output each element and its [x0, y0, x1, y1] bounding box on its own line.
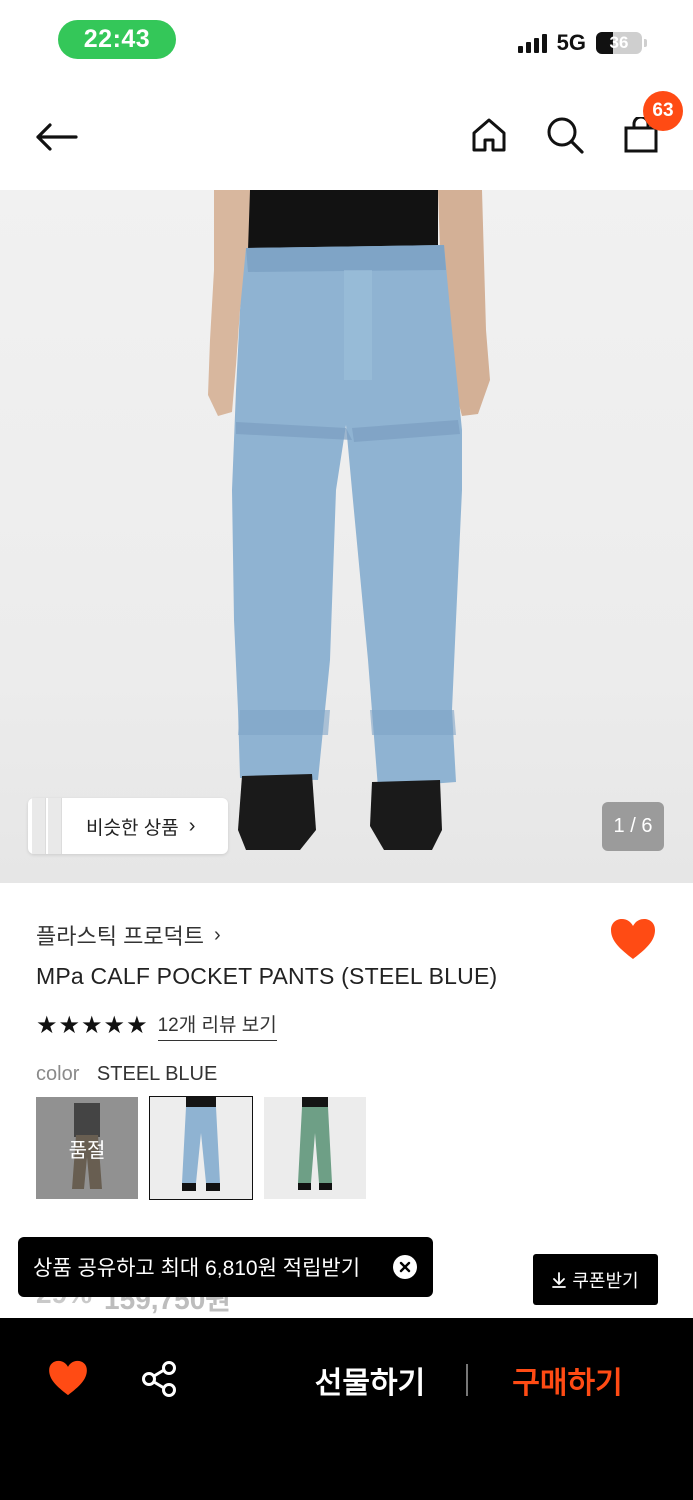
image-page-indicator: 1 / 6 [602, 802, 664, 851]
star-icon: ★ [36, 1011, 58, 1039]
status-indicators: 5G 36 [517, 30, 647, 56]
product-photo [208, 190, 490, 850]
star-icon: ★ [126, 1011, 148, 1039]
rating-stars: ★ ★ ★ ★ ★ [36, 1011, 148, 1039]
header-actions: 63 [467, 91, 683, 157]
status-time: 22:43 [58, 20, 176, 59]
heart-icon [49, 1360, 87, 1396]
search-button[interactable] [543, 113, 587, 157]
coupon-button[interactable]: 쿠폰받기 [533, 1254, 658, 1305]
star-icon: ★ [103, 1011, 126, 1039]
heart-icon [611, 919, 655, 959]
buy-button[interactable]: 구매하기 [495, 1358, 640, 1402]
toast-close-button[interactable] [393, 1255, 417, 1279]
brand-name: 플라스틱 프로덕트 [36, 924, 205, 949]
swatch-black-brown[interactable]: 품절 [36, 1097, 138, 1199]
color-swatches: 품절 [36, 1096, 366, 1200]
toast-text: 상품 공유하고 최대 6,810원 적립받기 [33, 1257, 361, 1280]
arrow-left-icon [36, 123, 78, 151]
signal-icon [517, 33, 547, 53]
color-row: color STEEL BLUE [36, 1063, 217, 1086]
share-reward-toast[interactable]: 상품 공유하고 최대 6,810원 적립받기 [18, 1237, 433, 1297]
wishlist-button[interactable] [610, 918, 656, 962]
similar-thumbnails [28, 798, 64, 854]
chevron-right-icon: › [214, 923, 221, 946]
battery-icon: 36 [596, 32, 642, 54]
swatch-green[interactable] [264, 1097, 366, 1199]
brand-link[interactable]: 플라스틱 프로덕트 › [36, 919, 221, 951]
product-title: MPa CALF POCKET PANTS (STEEL BLUE) [36, 963, 498, 989]
bottom-action-bar: 선물하기 구매하기 [0, 1318, 693, 1500]
search-icon [547, 117, 584, 154]
similar-products-button[interactable]: 비슷한 상품 › [28, 798, 228, 854]
close-icon [399, 1261, 411, 1273]
home-button[interactable] [467, 113, 511, 157]
cart-count-badge: 63 [643, 91, 683, 131]
color-label: color [36, 1063, 80, 1085]
back-button[interactable] [30, 115, 82, 159]
divider [466, 1364, 468, 1396]
swatch-image [264, 1097, 366, 1199]
coupon-label: 쿠폰받기 [572, 1270, 639, 1291]
battery-percent: 36 [609, 33, 629, 52]
home-icon [472, 118, 506, 152]
battery-tip [644, 39, 647, 47]
status-bar: 22:43 5G 36 [0, 0, 693, 80]
product-image-gallery[interactable]: 비슷한 상품 › 1 / 6 [0, 190, 693, 883]
bottom-wishlist-button[interactable] [48, 1360, 88, 1398]
soldout-label: 품절 [36, 1097, 138, 1199]
color-value: STEEL BLUE [96, 1063, 218, 1085]
chevron-right-icon: › [188, 814, 196, 837]
star-icon: ★ [81, 1011, 103, 1039]
gift-button[interactable]: 선물하기 [300, 1358, 440, 1402]
reviews-link[interactable]: 12개 리뷰 보기 [157, 1010, 277, 1041]
swatch-image [150, 1097, 252, 1199]
top-nav: 63 [0, 85, 693, 190]
rating-row: ★ ★ ★ ★ ★ 12개 리뷰 보기 [36, 1010, 277, 1041]
similar-products-label: 비슷한 상품 [86, 817, 179, 839]
star-icon: ★ [58, 1011, 81, 1039]
network-type: 5G [556, 30, 586, 55]
download-icon [552, 1271, 567, 1288]
share-button[interactable] [140, 1360, 178, 1398]
swatch-steel-blue[interactable] [149, 1096, 253, 1200]
cart-button[interactable]: 63 [619, 91, 683, 157]
share-icon [142, 1361, 176, 1397]
